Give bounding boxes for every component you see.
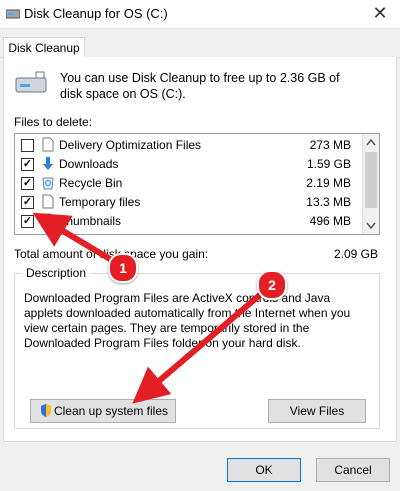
annotation-marker-1: 1 [108, 253, 138, 283]
annotation-marker-2: 2 [257, 270, 287, 300]
annotation-arrow-1 [32, 212, 117, 265]
annotation-arrow-2 [132, 285, 270, 404]
annotation-overlay [32, 212, 270, 404]
